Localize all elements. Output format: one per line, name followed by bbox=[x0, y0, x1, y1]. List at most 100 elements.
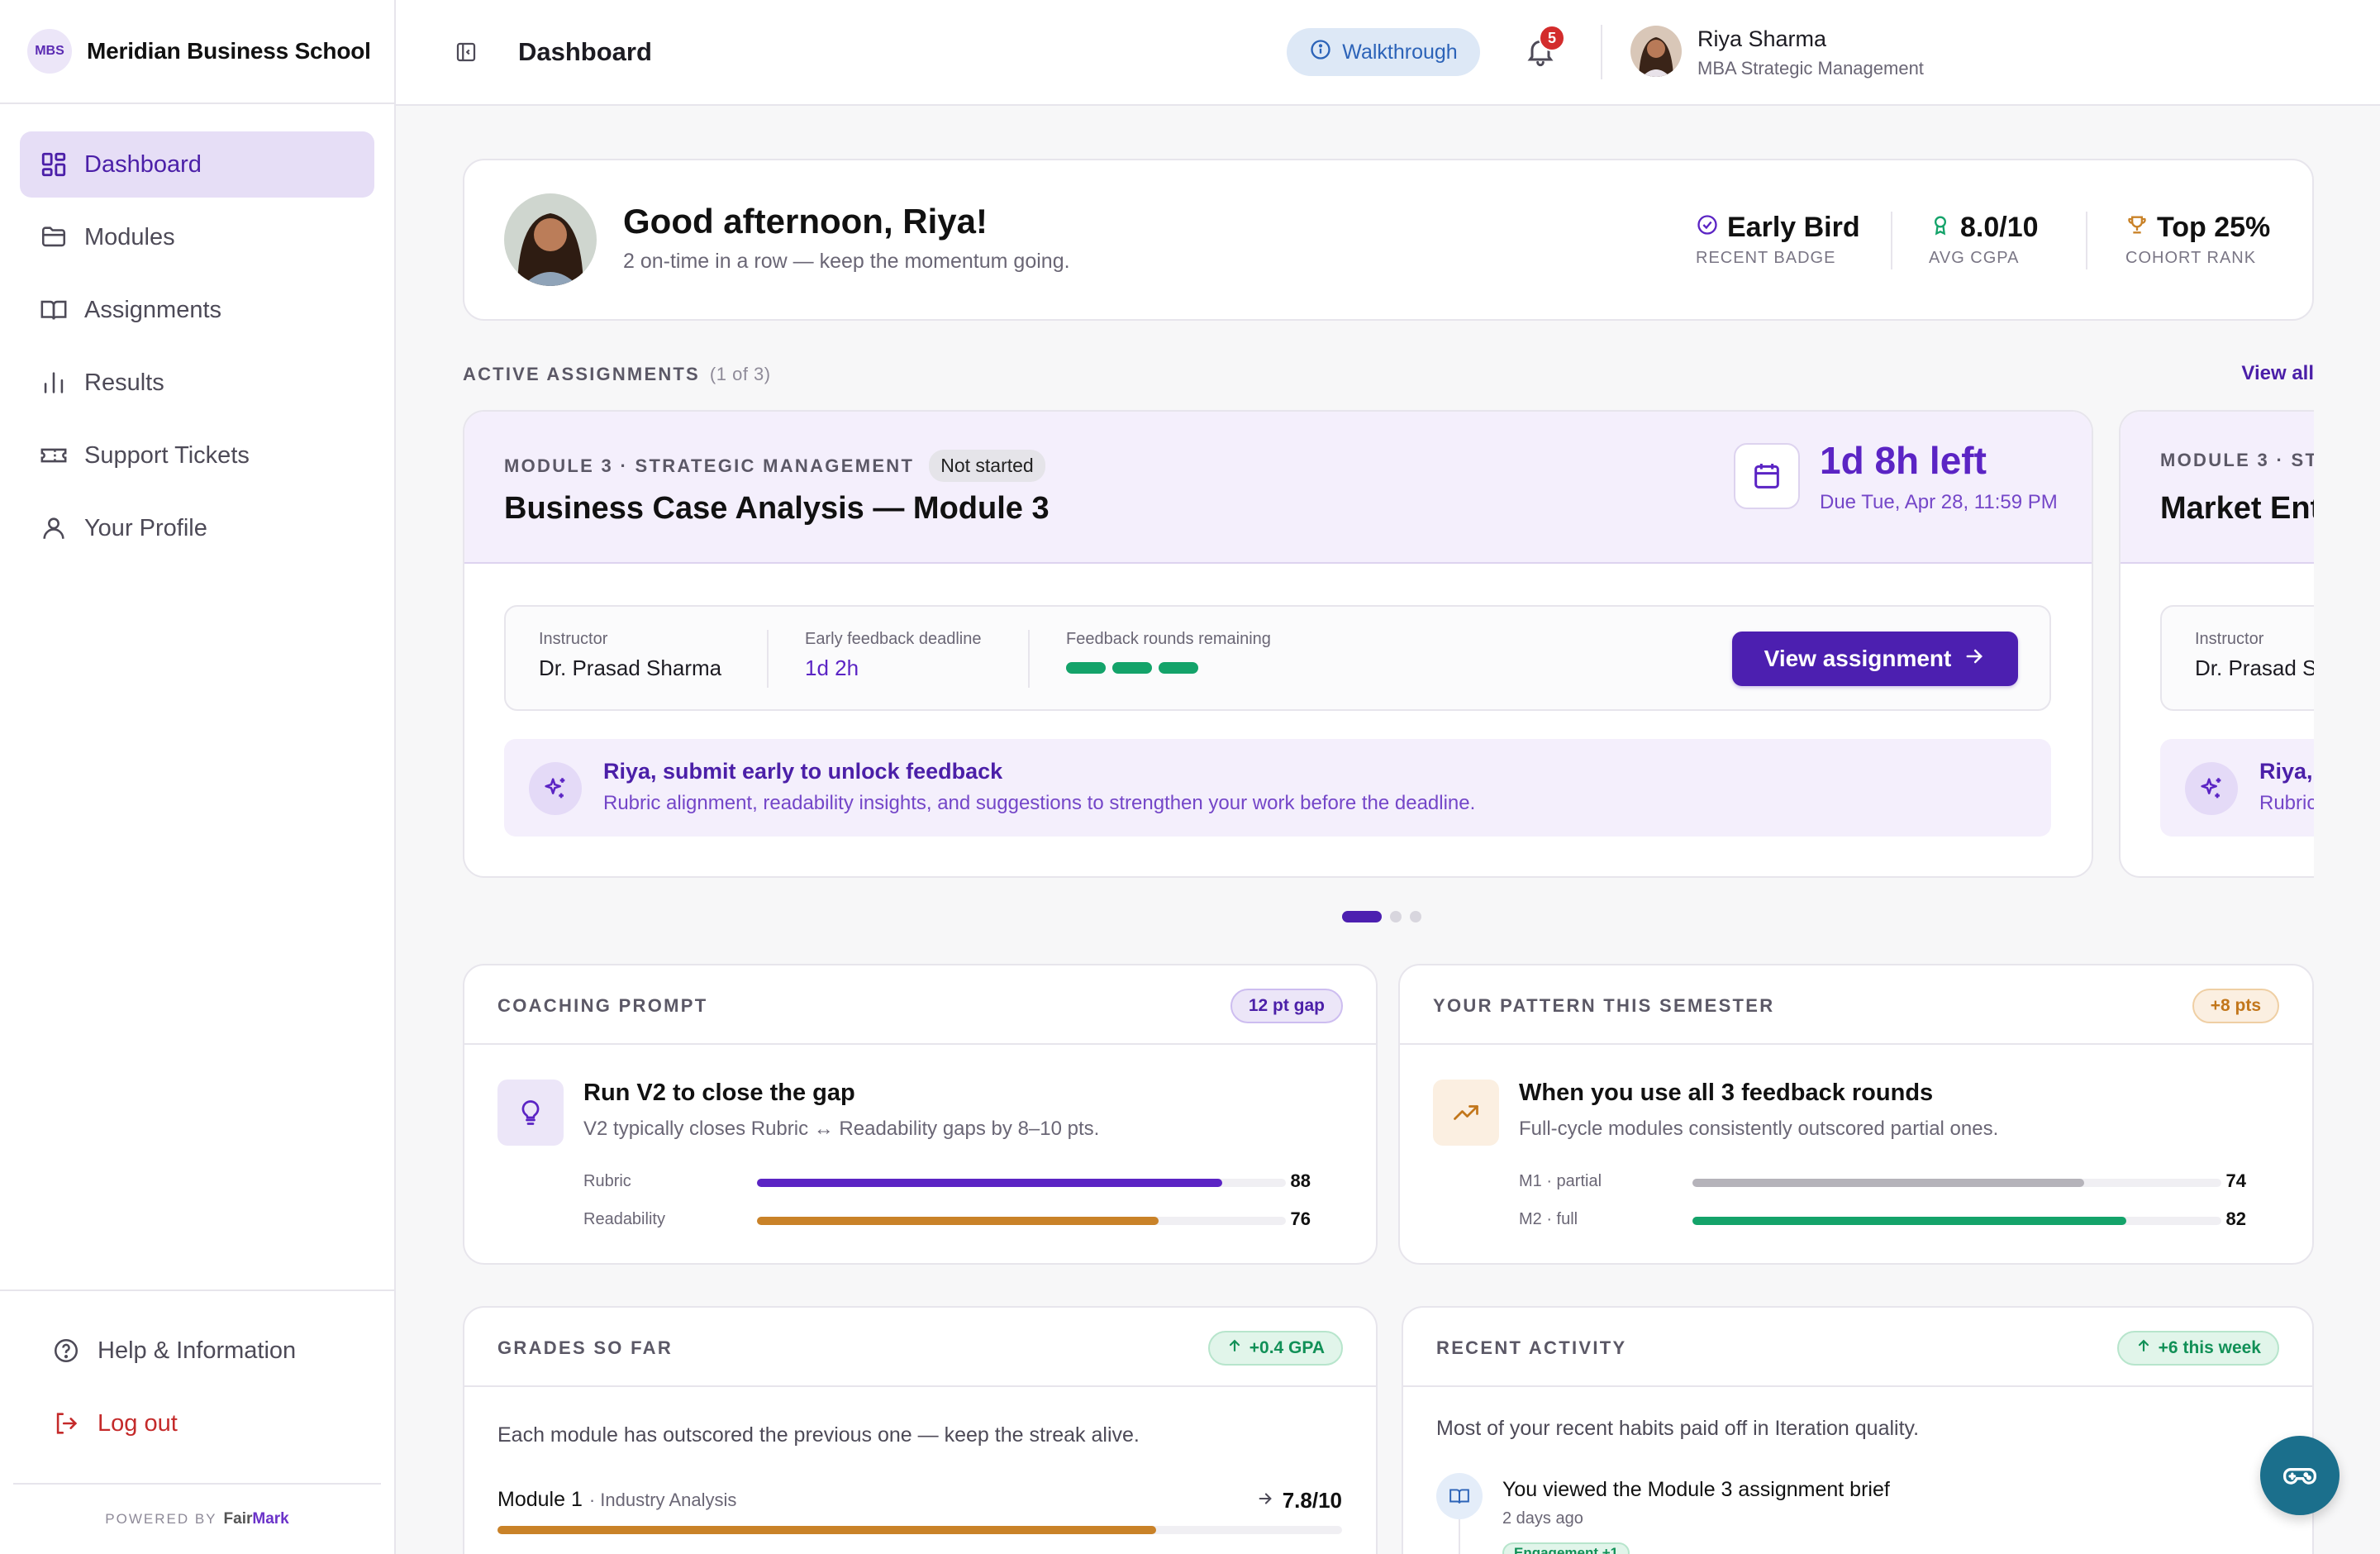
points-badge: +8 pts bbox=[2192, 989, 2279, 1023]
bar-fill bbox=[757, 1179, 1223, 1187]
gamepad-icon[interactable] bbox=[2260, 1436, 2340, 1515]
score-bar-readability: Readability 76 bbox=[583, 1208, 1344, 1233]
pattern-card: YOUR PATTERN THIS SEMESTER +8 pts When y… bbox=[1398, 964, 2314, 1265]
sparkle-icon bbox=[529, 762, 582, 815]
help-label: Help & Information bbox=[98, 1337, 297, 1364]
lightbulb-icon bbox=[497, 1080, 564, 1146]
feedback-round-segment bbox=[1112, 662, 1152, 674]
powered-brand: FairMark bbox=[224, 1510, 289, 1528]
status-badge: Not started bbox=[929, 450, 1045, 482]
bar-track bbox=[757, 1217, 1286, 1225]
stat-value: 8.0/10 bbox=[1960, 212, 2039, 243]
powered-brand-b: Mark bbox=[252, 1510, 289, 1528]
carousel-dot[interactable] bbox=[1390, 911, 1402, 922]
instructor-block: Instructor Dr. Prasad Sharma bbox=[539, 630, 721, 681]
module-grade-row[interactable]: Module 1 · Industry Analysis 7.8/10 bbox=[497, 1488, 1342, 1513]
sidebar-item-label: Modules bbox=[84, 223, 175, 250]
brand-name: Meridian Business School bbox=[87, 38, 371, 64]
bar-track bbox=[1692, 1217, 2221, 1225]
brand[interactable]: MBS Meridian Business School bbox=[0, 0, 394, 104]
assignment-card[interactable]: MODULE 3 · STRATEGIC MANAGEMENT Not star… bbox=[463, 410, 2093, 878]
section-title: ACTIVE ASSIGNMENTS bbox=[463, 364, 700, 384]
instructor-name: Dr. Prasad S bbox=[2195, 655, 2314, 680]
early-feedback-banner: Riya, submit early to unlock feedback Ru… bbox=[504, 739, 2051, 837]
score-bar-rubric: Rubric 88 bbox=[583, 1170, 1344, 1195]
carousel-dots[interactable] bbox=[1342, 911, 1421, 922]
score-bar-m2: M2 · full 82 bbox=[1519, 1208, 2279, 1233]
activity-title: You viewed the Module 3 assignment brief bbox=[1502, 1478, 1890, 1501]
view-assignment-button[interactable]: View assignment bbox=[1732, 632, 2018, 686]
view-all-link[interactable]: View all bbox=[2241, 362, 2314, 385]
sidebar-item-support-tickets[interactable]: Support Tickets bbox=[20, 422, 374, 489]
help-link[interactable]: Help & Information bbox=[0, 1314, 394, 1387]
arrow-right-icon bbox=[1256, 1488, 1274, 1513]
sidebar-item-your-profile[interactable]: Your Profile bbox=[20, 495, 374, 561]
coaching-title: Run V2 to close the gap bbox=[583, 1080, 855, 1106]
assignment-info: Instructor Dr. Prasad Sharma Early feedb… bbox=[504, 605, 2051, 711]
module-name: Module 1 bbox=[497, 1488, 583, 1511]
card-title: GRADES SO FAR bbox=[497, 1337, 674, 1358]
assignment-title: Market Ent bbox=[2160, 491, 2314, 526]
next-assignment-clip: MODULE 3 · STR Market Ent Instructor Dr.… bbox=[2119, 410, 2314, 878]
stat-cohort-rank: Top 25% COHORT RANK bbox=[2125, 212, 2270, 268]
stat-value: Early Bird bbox=[1727, 212, 1860, 243]
bar-value: 74 bbox=[2225, 1170, 2246, 1191]
stat-value: Top 25% bbox=[2157, 212, 2271, 243]
trophy-icon bbox=[2125, 212, 2149, 244]
early-feedback-value: 1d 2h bbox=[805, 655, 859, 680]
bar-label: M1 · partial bbox=[1519, 1172, 1602, 1190]
stat-divider bbox=[2086, 212, 2087, 269]
sidebar-item-modules[interactable]: Modules bbox=[20, 204, 374, 270]
assignment-count: (1 of 3) bbox=[709, 364, 771, 384]
activity-time: 2 days ago bbox=[1502, 1509, 1583, 1528]
sidebar-collapse-icon[interactable] bbox=[452, 38, 480, 66]
bar-fill bbox=[1692, 1179, 2084, 1187]
stat-label: COHORT RANK bbox=[2125, 249, 2257, 267]
stat-divider bbox=[1891, 212, 1892, 269]
bar-track bbox=[757, 1179, 1286, 1187]
bar-value: 88 bbox=[1290, 1170, 1311, 1191]
sidebar-item-assignments[interactable]: Assignments bbox=[20, 277, 374, 343]
book-icon bbox=[1436, 1473, 1483, 1519]
topbar-divider bbox=[1601, 25, 1602, 79]
logout-icon bbox=[51, 1409, 81, 1438]
banner-subtitle: Rubric alignment, readability insights, … bbox=[603, 792, 1476, 814]
carousel-dot[interactable] bbox=[1410, 911, 1421, 922]
card-header: RECENT ACTIVITY +6 this week bbox=[1403, 1308, 2312, 1387]
sparkle-icon bbox=[2185, 762, 2238, 815]
pattern-description: Full-cycle modules consistently outscore… bbox=[1519, 1118, 1999, 1140]
carousel-dot[interactable] bbox=[1342, 911, 1382, 922]
activity-tag: Engagement +1 bbox=[1502, 1542, 1630, 1554]
bar-chart-icon bbox=[40, 369, 68, 397]
card-title: COACHING PROMPT bbox=[497, 995, 708, 1016]
bar-label: M2 · full bbox=[1519, 1210, 1578, 1228]
welcome-card: Good afternoon, Riya! 2 on-time in a row… bbox=[463, 159, 2314, 321]
help-circle-icon bbox=[51, 1336, 81, 1366]
sidebar-item-dashboard[interactable]: Dashboard bbox=[20, 131, 374, 198]
bar-value: 76 bbox=[1290, 1208, 1311, 1229]
walkthrough-button[interactable]: Walkthrough bbox=[1287, 28, 1480, 76]
module-subtitle: · Industry Analysis bbox=[588, 1490, 737, 1510]
stat-avg-cgpa: 8.0/10 AVG CGPA bbox=[1929, 212, 2039, 268]
sidebar-item-results[interactable]: Results bbox=[20, 350, 374, 416]
logout-label: Log out bbox=[98, 1409, 178, 1437]
active-assignments-header: ACTIVE ASSIGNMENTS (1 of 3) bbox=[463, 364, 771, 385]
next-assignment-card[interactable]: MODULE 3 · STR Market Ent Instructor Dr.… bbox=[2119, 410, 2314, 878]
stat-label: AVG CGPA bbox=[1929, 249, 2020, 267]
user-name: Riya Sharma bbox=[1697, 26, 1827, 51]
avatar[interactable] bbox=[1630, 26, 1682, 77]
banner-subtitle: Rubric bbox=[2259, 792, 2314, 814]
score-bar-m1: M1 · partial 74 bbox=[1519, 1170, 2279, 1195]
bar-value: 82 bbox=[2225, 1208, 2246, 1229]
sidebar-item-label: Assignments bbox=[84, 296, 222, 323]
early-feedback-block: Early feedback deadline 1d 2h bbox=[805, 630, 981, 681]
bar-fill bbox=[757, 1217, 1159, 1225]
due-date: Due Tue, Apr 28, 11:59 PM bbox=[1820, 491, 2058, 513]
welcome-subtitle: 2 on-time in a row — keep the momentum g… bbox=[623, 250, 1070, 273]
logout-button[interactable]: Log out bbox=[0, 1387, 394, 1460]
banner-title: Riya, bbox=[2259, 759, 2313, 784]
activity-description: Most of your recent habits paid off in I… bbox=[1436, 1417, 1920, 1440]
award-icon bbox=[1929, 212, 1952, 244]
card-header: YOUR PATTERN THIS SEMESTER +8 pts bbox=[1400, 965, 2312, 1045]
check-badge-icon bbox=[1696, 212, 1719, 244]
